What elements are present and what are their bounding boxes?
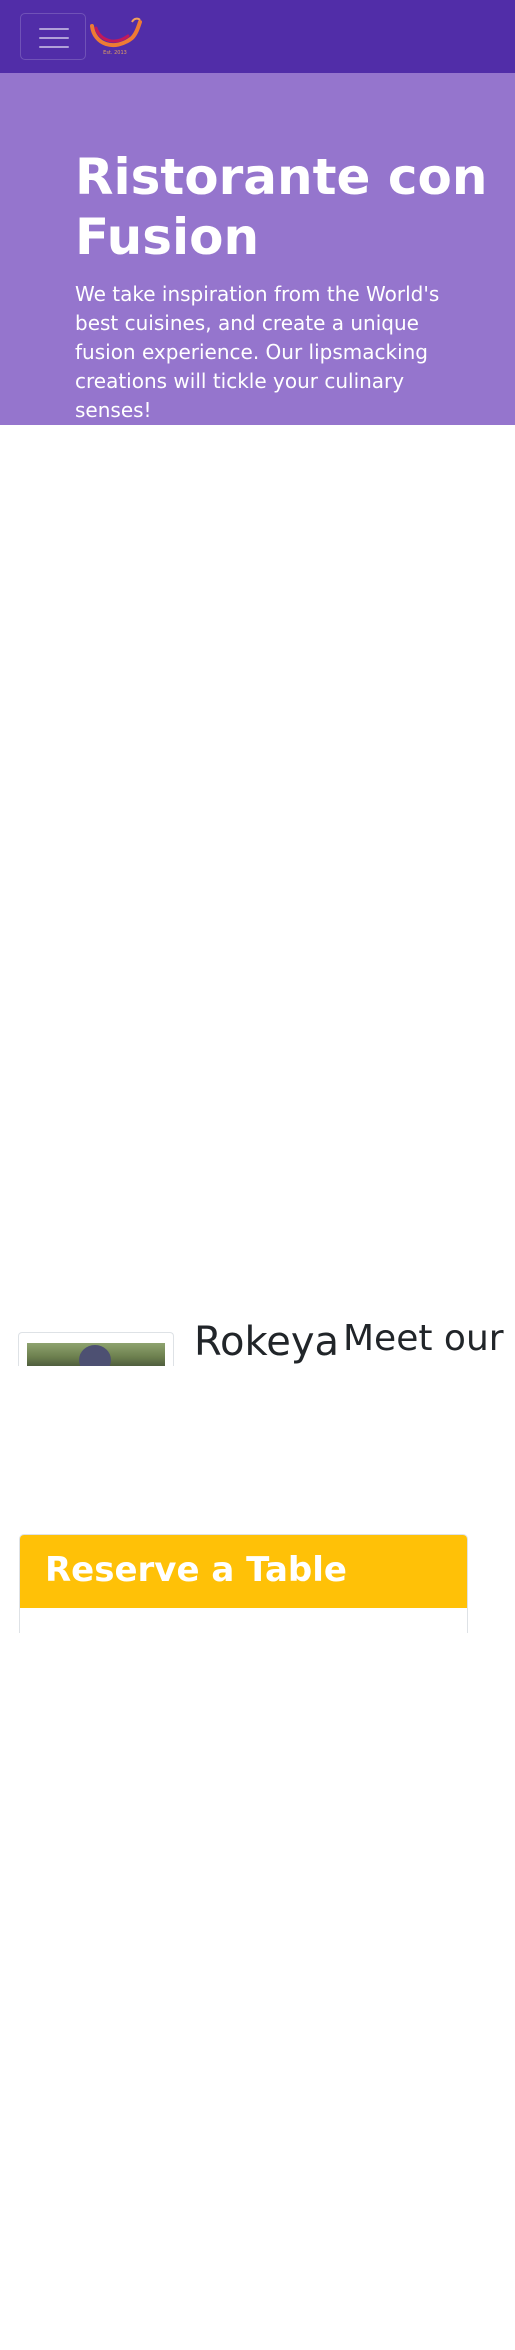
navbar: Est. 2013 xyxy=(0,0,515,73)
hero-jumbotron: Ristorante con Fusion We take inspiratio… xyxy=(0,73,515,425)
hero-title: Ristorante con Fusion xyxy=(75,148,488,266)
leader-photo xyxy=(27,1343,165,1366)
logo-text: Est. 2013 xyxy=(103,50,127,56)
reserve-card-header: Reserve a Table xyxy=(20,1535,467,1608)
leader-photo-card xyxy=(18,1332,174,1366)
leader-name: Rokeya xyxy=(194,1319,339,1365)
reserve-title: Reserve a Table xyxy=(45,1550,347,1590)
section-heading: Meet our Culinary Specialists xyxy=(343,1318,515,1359)
reserve-table-card: Reserve a Table xyxy=(19,1534,468,1633)
hero-description: We take inspiration from the World's bes… xyxy=(75,282,440,422)
navbar-toggler-button[interactable] xyxy=(20,13,86,60)
brand-logo-link[interactable]: Est. 2013 xyxy=(88,16,142,56)
restaurant-logo-icon: Est. 2013 xyxy=(90,17,142,56)
